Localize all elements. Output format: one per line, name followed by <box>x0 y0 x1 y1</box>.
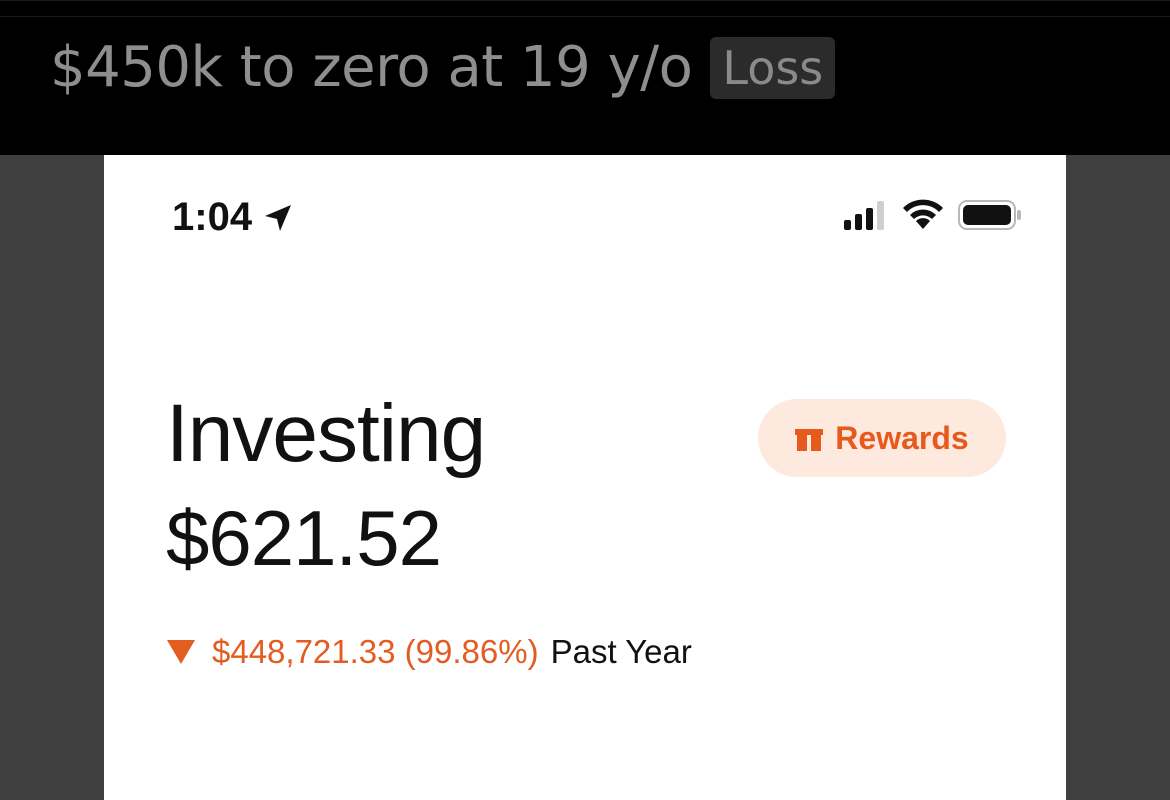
portfolio-balance: $621.52 <box>166 494 442 582</box>
loss-tag: Loss <box>710 36 836 99</box>
change-period: Past Year <box>550 633 692 670</box>
performance-change: $448,721.33 (99.86%) Past Year <box>166 633 692 671</box>
left-backdrop <box>0 155 104 800</box>
headline-title: $450k to zero at 19 y/o <box>50 35 693 100</box>
page-title: Investing <box>166 388 486 479</box>
divider <box>0 16 1170 17</box>
rewards-button[interactable]: Rewards <box>758 399 1006 477</box>
gift-icon <box>795 429 824 451</box>
status-indicators <box>844 199 1022 231</box>
location-arrow-icon <box>265 204 292 231</box>
right-backdrop <box>1066 155 1170 800</box>
battery-icon <box>958 200 1021 230</box>
phone-screen: 1:04 Investing Rewards $621.52 $448,721.… <box>104 155 1066 800</box>
cellular-signal-icon <box>844 201 884 230</box>
down-triangle-icon <box>167 640 195 664</box>
change-amount: $448,721.33 (99.86%) <box>212 633 539 670</box>
headline: $450k to zero at 19 y/o Loss <box>50 35 836 100</box>
rewards-label: Rewards <box>835 419 969 456</box>
video-title-bar: $450k to zero at 19 y/o Loss <box>0 0 1170 155</box>
wifi-icon <box>903 199 943 229</box>
status-time-label: 1:04 <box>172 195 253 239</box>
status-time: 1:04 <box>172 195 294 240</box>
